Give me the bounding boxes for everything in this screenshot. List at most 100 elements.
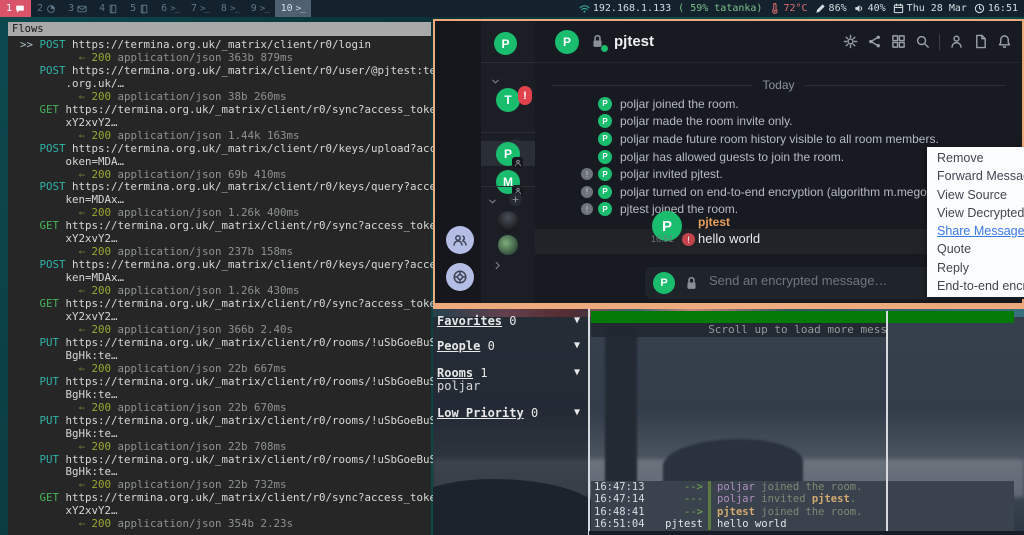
- menu-item-reply[interactable]: Reply: [927, 259, 1024, 277]
- terminal-icon: >_: [200, 4, 209, 14]
- search-icon[interactable]: [915, 33, 930, 51]
- flow-row[interactable]: PUT https://termina.org.uk/_matrix/clien…: [20, 376, 431, 415]
- log-line: 16:51:04pjtesthello world: [591, 518, 1014, 530]
- state-event: Ppoljar joined the room.: [535, 95, 1022, 113]
- flow-row[interactable]: PUT https://termina.org.uk/_matrix/clien…: [20, 337, 431, 376]
- lock-icon: [683, 275, 700, 292]
- buffer-section-rooms[interactable]: Rooms 1: [437, 366, 488, 380]
- account-avatar[interactable]: P: [494, 32, 517, 55]
- share-icon[interactable]: [867, 33, 882, 51]
- menu-item-view-decrypted-s[interactable]: View Decrypted S: [927, 204, 1024, 222]
- chevron-down-icon: [487, 196, 498, 207]
- terminal-icon: >_: [170, 4, 179, 14]
- workspace-1[interactable]: 1: [0, 0, 31, 17]
- buffer-section-favorites[interactable]: Favorites 0: [437, 314, 517, 328]
- event-avatar: P: [598, 132, 612, 146]
- menu-item-end-to-end-encry[interactable]: End-to-end encry: [927, 277, 1024, 295]
- notifications-icon[interactable]: [997, 33, 1012, 51]
- add-room-icon[interactable]: [509, 193, 522, 206]
- buffer-room-poljar[interactable]: poljar: [437, 379, 480, 393]
- nick-separator: [708, 506, 711, 518]
- event-avatar: P: [598, 185, 612, 199]
- chevron-down-icon: [490, 76, 501, 87]
- split-separator[interactable]: [886, 311, 888, 531]
- pane-separator[interactable]: [588, 309, 590, 535]
- book-icon: [108, 4, 118, 14]
- terminal-icon: >_: [230, 4, 239, 14]
- settings-icon[interactable]: [843, 33, 858, 51]
- event-avatar: P: [598, 167, 612, 181]
- status-segment: Thu 28 Mar: [893, 3, 967, 15]
- room-avatar-m[interactable]: M: [496, 170, 520, 194]
- flow-row[interactable]: POST https://termina.org.uk/_matrix/clie…: [20, 259, 431, 298]
- room-avatar-image[interactable]: [498, 235, 518, 255]
- speaker-icon: [854, 3, 865, 14]
- divider: [939, 34, 940, 50]
- chevron-down-icon[interactable]: [487, 193, 498, 211]
- event-text: poljar has allowed guests to join the ro…: [620, 150, 844, 164]
- room-avatar-image[interactable]: [497, 211, 519, 233]
- input-strip: [589, 531, 1024, 535]
- room-avatar-t[interactable]: T: [496, 88, 520, 112]
- workspace-6[interactable]: 6>_: [155, 0, 185, 17]
- menu-item-share-message[interactable]: Share Message: [927, 222, 1024, 240]
- flow-row[interactable]: PUT https://termina.org.uk/_matrix/clien…: [20, 454, 431, 493]
- workspace-4[interactable]: 4: [93, 0, 124, 17]
- log-line: 16:47:14---poljar invited pjtest.: [591, 493, 1014, 505]
- status-area: 192.168.1.133( 59% tatanka)72°C86%40%Thu…: [579, 3, 1024, 15]
- chevron-right-icon[interactable]: [492, 257, 503, 275]
- menu-item-remove[interactable]: Remove: [927, 149, 1024, 167]
- buffer-section-low-priority[interactable]: Low Priority 0: [437, 406, 538, 420]
- event-text: poljar made the room invite only.: [620, 114, 793, 128]
- room-header-avatar[interactable]: P: [555, 30, 579, 54]
- help-button[interactable]: [446, 263, 474, 291]
- chevron-down-icon[interactable]: [490, 73, 501, 91]
- sender-name: pjtest: [698, 215, 730, 229]
- workspace-7[interactable]: 7>_: [185, 0, 215, 17]
- state-event: Ppoljar made future room history visible…: [535, 130, 1022, 148]
- message-timestamp: 16:51: [651, 234, 674, 244]
- flow-row[interactable]: POST https://termina.org.uk/_matrix/clie…: [20, 65, 431, 104]
- nick-separator: [708, 518, 711, 530]
- message-text[interactable]: hello world: [698, 231, 760, 246]
- chevron-right-icon: [492, 260, 503, 271]
- widgets-icon[interactable]: [891, 33, 906, 51]
- people-button[interactable]: [446, 226, 474, 254]
- flow-row[interactable]: GET https://termina.org.uk/_matrix/clien…: [20, 492, 431, 531]
- flow-row[interactable]: >> POST https://termina.org.uk/_matrix/c…: [20, 39, 431, 65]
- message-context-menu: RemoveForward MessageView SourceView Dec…: [927, 147, 1024, 297]
- members-icon[interactable]: [949, 33, 964, 51]
- flow-row[interactable]: GET https://termina.org.uk/_matrix/clien…: [20, 298, 431, 337]
- event-avatar: P: [598, 97, 612, 111]
- terminal-icon: >_: [260, 4, 269, 14]
- quaternion-window: Favorites 0 ▼ People 0 ▼ Rooms 1 ▼ poljar Low P…: [433, 309, 1024, 535]
- workspace-10[interactable]: 10>_: [275, 0, 311, 17]
- status-segment: ( 59% tatanka): [678, 3, 762, 14]
- collapse-triangle-icon[interactable]: ▼: [574, 315, 580, 326]
- workspace-5[interactable]: 5: [124, 0, 155, 17]
- collapse-triangle-icon[interactable]: ▼: [574, 367, 580, 378]
- flow-row[interactable]: GET https://termina.org.uk/_matrix/clien…: [20, 104, 431, 143]
- search-icon: [915, 34, 930, 49]
- workspace-3[interactable]: 3: [62, 0, 93, 17]
- desktop: 123456>_7>_8>_9>_10>_ 192.168.1.133( 59%…: [0, 0, 1024, 535]
- menu-item-quote[interactable]: Quote: [927, 240, 1024, 258]
- buffer-section-people[interactable]: People 0: [437, 339, 495, 353]
- collapse-triangle-icon[interactable]: ▼: [574, 340, 580, 351]
- flow-row[interactable]: POST https://termina.org.uk/_matrix/clie…: [20, 181, 431, 220]
- workspace-8[interactable]: 8>_: [215, 0, 245, 17]
- member-overlay-icon: [514, 159, 522, 167]
- flow-row[interactable]: POST https://termina.org.uk/_matrix/clie…: [20, 143, 431, 182]
- room-header: P pjtest: [535, 21, 1022, 63]
- workspace-9[interactable]: 9>_: [245, 0, 275, 17]
- workspace-2[interactable]: 2: [31, 0, 62, 17]
- flow-row[interactable]: PUT https://termina.org.uk/_matrix/clien…: [20, 415, 431, 454]
- menu-item-forward-message[interactable]: Forward Message: [927, 167, 1024, 185]
- message-input[interactable]: [709, 273, 929, 288]
- room-title: pjtest: [614, 33, 654, 50]
- menu-item-view-source[interactable]: View Source: [927, 186, 1024, 204]
- room-avatar-p[interactable]: P: [496, 142, 520, 166]
- collapse-triangle-icon[interactable]: ▼: [574, 407, 580, 418]
- flow-row[interactable]: GET https://termina.org.uk/_matrix/clien…: [20, 220, 431, 259]
- files-icon[interactable]: [973, 33, 988, 51]
